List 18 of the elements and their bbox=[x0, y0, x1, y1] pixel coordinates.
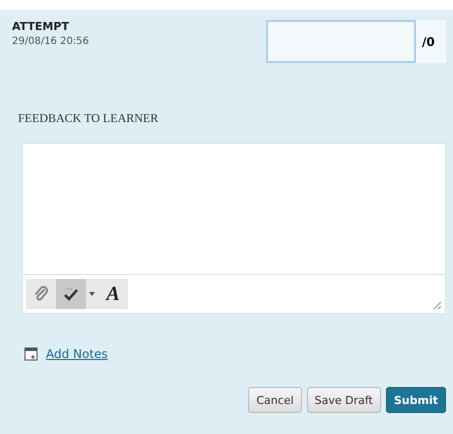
score-max: /0 bbox=[421, 34, 436, 48]
resize-handle-icon[interactable] bbox=[432, 300, 442, 310]
note-add-icon bbox=[24, 347, 38, 361]
attempt-label: ATTEMPT bbox=[12, 20, 70, 33]
dropdown-button[interactable] bbox=[86, 279, 98, 309]
submit-button[interactable]: Submit bbox=[386, 387, 446, 413]
attempt-date: 29/08/16 20:56 bbox=[12, 36, 89, 47]
feedback-field[interactable] bbox=[22, 143, 446, 275]
caret-icon bbox=[89, 292, 95, 296]
checkmark-icon bbox=[62, 286, 80, 302]
action-button[interactable]: Save Draft bbox=[306, 387, 381, 413]
feedback-label: FEEDBACK TO LEARNER bbox=[18, 111, 160, 126]
spellcheck-button[interactable] bbox=[56, 279, 86, 309]
format-button[interactable]: A bbox=[98, 279, 128, 309]
score-field[interactable] bbox=[266, 20, 416, 63]
action-button[interactable]: Cancel bbox=[248, 387, 302, 413]
add-notes-link[interactable]: Add Notes bbox=[46, 347, 108, 361]
paperclip-icon bbox=[33, 286, 49, 302]
